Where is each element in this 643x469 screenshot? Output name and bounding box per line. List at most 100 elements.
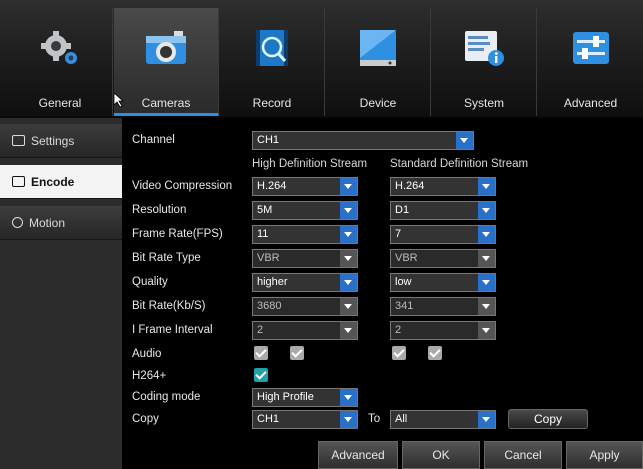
hd-audio-checkbox[interactable] <box>254 346 268 360</box>
top-menu-bar: General Cameras Record Device System Adv… <box>0 0 643 118</box>
chevron-down-icon <box>340 298 357 315</box>
sd-video-compression-select[interactable]: H.264 <box>390 177 496 196</box>
tab-label: Cameras <box>141 96 191 110</box>
hd-bit-rate-type-value: VBR <box>257 252 280 264</box>
chevron-down-icon <box>456 132 473 149</box>
sd-bit-rate-value: 341 <box>395 300 414 312</box>
copy-to-select[interactable]: All <box>390 410 496 429</box>
advanced-button[interactable]: Advanced <box>318 441 398 469</box>
iframe-interval-label: I Frame Interval <box>132 324 213 336</box>
apply-button[interactable]: Apply <box>566 441 643 469</box>
chevron-down-icon <box>478 298 495 315</box>
hd-bit-rate-value: 3680 <box>257 300 282 312</box>
copy-from-select[interactable]: CH1 <box>252 410 358 429</box>
sidebar-item-encode[interactable]: Encode <box>0 165 122 199</box>
chevron-down-icon <box>340 411 357 428</box>
tab-label: General <box>38 96 82 110</box>
sd-iframe-interval-select[interactable]: 2 <box>390 321 496 340</box>
record-icon <box>256 30 288 66</box>
hard-drive-icon <box>360 30 396 66</box>
hd-iframe-interval-value: 2 <box>257 324 264 336</box>
chevron-down-icon <box>478 202 495 219</box>
tab-general[interactable]: General <box>8 8 113 116</box>
coding-mode-value: High Profile <box>257 391 314 403</box>
tab-label: Device <box>359 96 397 110</box>
chevron-down-icon <box>340 322 357 339</box>
chevron-down-icon <box>478 411 495 428</box>
copy-label: Copy <box>132 413 159 425</box>
hd-resolution-value: 5M <box>257 204 273 216</box>
hd-frame-rate-value: 11 <box>257 228 269 240</box>
hd-bit-rate-select[interactable]: 3680 <box>252 297 358 316</box>
coding-mode-label: Coding mode <box>132 391 201 403</box>
chevron-down-icon <box>340 274 357 291</box>
hd-stream-header: High Definition Stream <box>252 158 368 170</box>
sd-quality-value: low <box>395 276 412 288</box>
h264plus-checkbox[interactable] <box>254 368 268 382</box>
hd-bit-rate-type-select[interactable]: VBR <box>252 249 358 268</box>
sd-frame-rate-select[interactable]: 7 <box>390 225 496 244</box>
sd-stream-header: Standard Definition Stream <box>390 158 529 170</box>
chevron-down-icon <box>340 226 357 243</box>
bit-rate-type-label: Bit Rate Type <box>132 252 201 264</box>
sd-resolution-value: D1 <box>395 204 410 216</box>
sd-audio-secondary-checkbox[interactable] <box>428 346 442 360</box>
sd-bit-rate-type-select[interactable]: VBR <box>390 249 496 268</box>
sidebar-item-label: Settings <box>31 133 75 148</box>
encode-settings-panel: Channel CH1 High Definition Stream Stand… <box>122 118 643 469</box>
resolution-label: Resolution <box>132 204 187 216</box>
channel-label: Channel <box>132 134 175 146</box>
chevron-down-icon <box>340 202 357 219</box>
sidebar-item-label: Motion <box>29 215 66 230</box>
h264plus-label: H264+ <box>132 370 167 382</box>
tab-label: Record <box>252 96 292 110</box>
hd-iframe-interval-select[interactable]: 2 <box>252 321 358 340</box>
sd-bit-rate-type-value: VBR <box>395 252 418 264</box>
sd-video-compression-value: H.264 <box>395 180 425 192</box>
tab-device[interactable]: Device <box>326 8 431 116</box>
sidebar-item-settings[interactable]: Settings <box>0 124 122 158</box>
hd-resolution-select[interactable]: 5M <box>252 201 358 220</box>
copy-to-value: All <box>395 413 408 425</box>
chevron-down-icon <box>340 389 357 406</box>
sd-resolution-select[interactable]: D1 <box>390 201 496 220</box>
tab-label: Advanced <box>563 96 618 110</box>
quality-label: Quality <box>132 276 168 288</box>
tab-cameras[interactable]: Cameras <box>114 8 219 116</box>
copy-to-label: To <box>368 413 381 425</box>
video-compression-label: Video Compression <box>132 180 233 192</box>
ok-button[interactable]: OK <box>402 441 480 469</box>
tab-label: System <box>463 96 504 110</box>
hd-frame-rate-select[interactable]: 11 <box>252 225 358 244</box>
tab-advanced[interactable]: Advanced <box>538 8 643 116</box>
sd-iframe-interval-value: 2 <box>395 324 402 336</box>
audio-label: Audio <box>132 348 162 360</box>
chevron-down-icon <box>478 178 495 195</box>
tab-system[interactable]: System <box>432 8 537 116</box>
hd-quality-select[interactable]: higher <box>252 273 358 292</box>
sd-bit-rate-select[interactable]: 341 <box>390 297 496 316</box>
chevron-down-icon <box>340 178 357 195</box>
chevron-down-icon <box>478 250 495 267</box>
hd-audio-secondary-checkbox[interactable] <box>290 346 304 360</box>
encode-icon <box>12 176 25 187</box>
sd-audio-checkbox[interactable] <box>392 346 406 360</box>
hd-video-compression-value: H.264 <box>257 180 287 192</box>
hd-video-compression-select[interactable]: H.264 <box>252 177 358 196</box>
tab-record[interactable]: Record <box>220 8 325 116</box>
chevron-down-icon <box>340 250 357 267</box>
hd-quality-value: higher <box>257 276 288 288</box>
channel-select[interactable]: CH1 <box>252 131 474 150</box>
copy-from-value: CH1 <box>257 413 280 425</box>
sd-quality-select[interactable]: low <box>390 273 496 292</box>
copy-button[interactable]: Copy <box>508 409 588 429</box>
frame-rate-label: Frame Rate(FPS) <box>132 228 223 240</box>
cancel-button[interactable]: Cancel <box>484 441 562 469</box>
chevron-down-icon <box>478 322 495 339</box>
sidebar-item-motion[interactable]: Motion <box>0 206 122 240</box>
gear-icon <box>41 31 77 64</box>
sidebar-item-label: Encode <box>31 174 75 189</box>
camera-icon <box>146 31 186 64</box>
coding-mode-select[interactable]: High Profile <box>252 388 358 407</box>
sidebar: Settings Encode Motion <box>0 118 122 469</box>
